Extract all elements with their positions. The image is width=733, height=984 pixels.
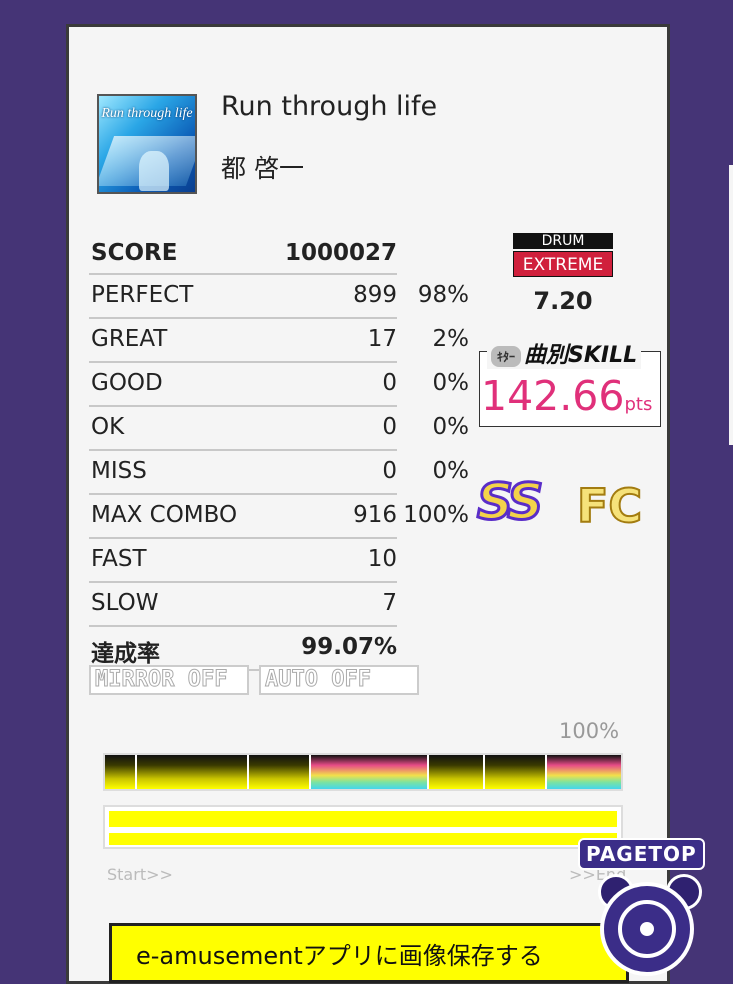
stat-label: GOOD <box>91 370 163 396</box>
stat-row-max-combo: MAX COMBO 916 100% <box>89 495 469 539</box>
start-label: Start>> <box>107 865 173 884</box>
stat-label: MAX COMBO <box>91 502 238 528</box>
stat-label: PERFECT <box>91 282 194 308</box>
stat-label: 達成率 <box>91 641 160 667</box>
save-image-button[interactable]: e-amusementアプリに画像保存する <box>109 923 629 983</box>
stat-label: OK <box>91 414 125 440</box>
stat-value: 899 <box>353 282 397 308</box>
pagetop-label: PAGETOP <box>578 838 705 870</box>
stat-row-good: GOOD 0 0% <box>89 363 469 407</box>
song-jacket-image: Run through life <box>97 94 197 194</box>
skill-value: 142.66pts <box>481 372 652 420</box>
difficulty-level: 7.20 <box>533 287 593 315</box>
gauge-segment <box>429 755 485 789</box>
gauge-percent-label: 100% <box>559 719 620 743</box>
stat-row-ok: OK 0 0% <box>89 407 469 451</box>
rank-ss-icon: SS <box>475 472 544 533</box>
stat-row-miss: MISS 0 0% <box>89 451 469 495</box>
skill-label-text: 曲別SKILL <box>524 343 638 368</box>
skill-label: ｷﾀｰ 曲別SKILL <box>487 337 642 369</box>
stats-table: SCORE 1000027 PERFECT 899 98% GREAT 17 2… <box>89 233 469 671</box>
song-artist: 都 啓一 <box>221 154 304 183</box>
stat-value: 0 <box>382 414 397 440</box>
stat-value: 1000027 <box>284 240 397 266</box>
difficulty-name: EXTREME <box>513 251 613 277</box>
stat-value: 99.07% <box>301 634 397 660</box>
full-combo-icon: FC <box>576 478 643 534</box>
timeline-fill-top <box>109 811 617 827</box>
stat-label: SCORE <box>91 240 178 266</box>
stat-label: SLOW <box>91 590 159 616</box>
stat-label: FAST <box>91 546 147 572</box>
stat-label: MISS <box>91 458 147 484</box>
stat-value: 916 <box>353 502 397 528</box>
gauge-segment <box>485 755 547 789</box>
stat-row-fast: FAST 10 <box>89 539 397 583</box>
stat-percent: 0% <box>432 458 470 484</box>
instrument-label: DRUM <box>513 233 613 249</box>
stat-row-slow: SLOW 7 <box>89 583 397 627</box>
gauge-segment <box>137 755 249 789</box>
stat-value: 17 <box>367 326 397 352</box>
guitar-badge-icon: ｷﾀｰ <box>491 345 522 367</box>
song-title: Run through life <box>221 91 438 122</box>
stat-percent: 100% <box>403 502 469 528</box>
stat-value: 0 <box>382 458 397 484</box>
mirror-option-badge: MIRROR OFF <box>89 665 249 695</box>
timeline-bar <box>103 805 623 849</box>
bear-face-icon <box>600 882 694 976</box>
stat-label: GREAT <box>91 326 168 352</box>
skill-number: 142.66 <box>481 372 625 420</box>
side-panel-edge <box>729 165 733 445</box>
stat-value: 0 <box>382 370 397 396</box>
stat-percent: 0% <box>432 370 470 396</box>
stat-value: 7 <box>382 590 397 616</box>
pagetop-button[interactable]: PAGETOP <box>578 838 718 976</box>
timeline-fill-bottom <box>109 833 617 845</box>
stat-percent: 2% <box>432 326 470 352</box>
stat-percent: 98% <box>417 282 469 308</box>
progress-gauge <box>103 753 623 791</box>
skill-unit: pts <box>624 394 653 415</box>
gauge-segment <box>105 755 137 789</box>
gauge-segment <box>311 755 429 789</box>
jacket-title-text: Run through life <box>101 106 193 121</box>
gauge-segment <box>547 755 621 789</box>
stat-row-perfect: PERFECT 899 98% <box>89 275 469 319</box>
auto-option-badge: AUTO OFF <box>259 665 419 695</box>
stat-row-great: GREAT 17 2% <box>89 319 469 363</box>
gauge-segment <box>249 755 311 789</box>
stat-percent: 0% <box>432 414 470 440</box>
stat-row-score: SCORE 1000027 <box>89 233 397 275</box>
difficulty-badge: DRUM EXTREME <box>513 233 613 277</box>
stat-value: 10 <box>367 546 397 572</box>
